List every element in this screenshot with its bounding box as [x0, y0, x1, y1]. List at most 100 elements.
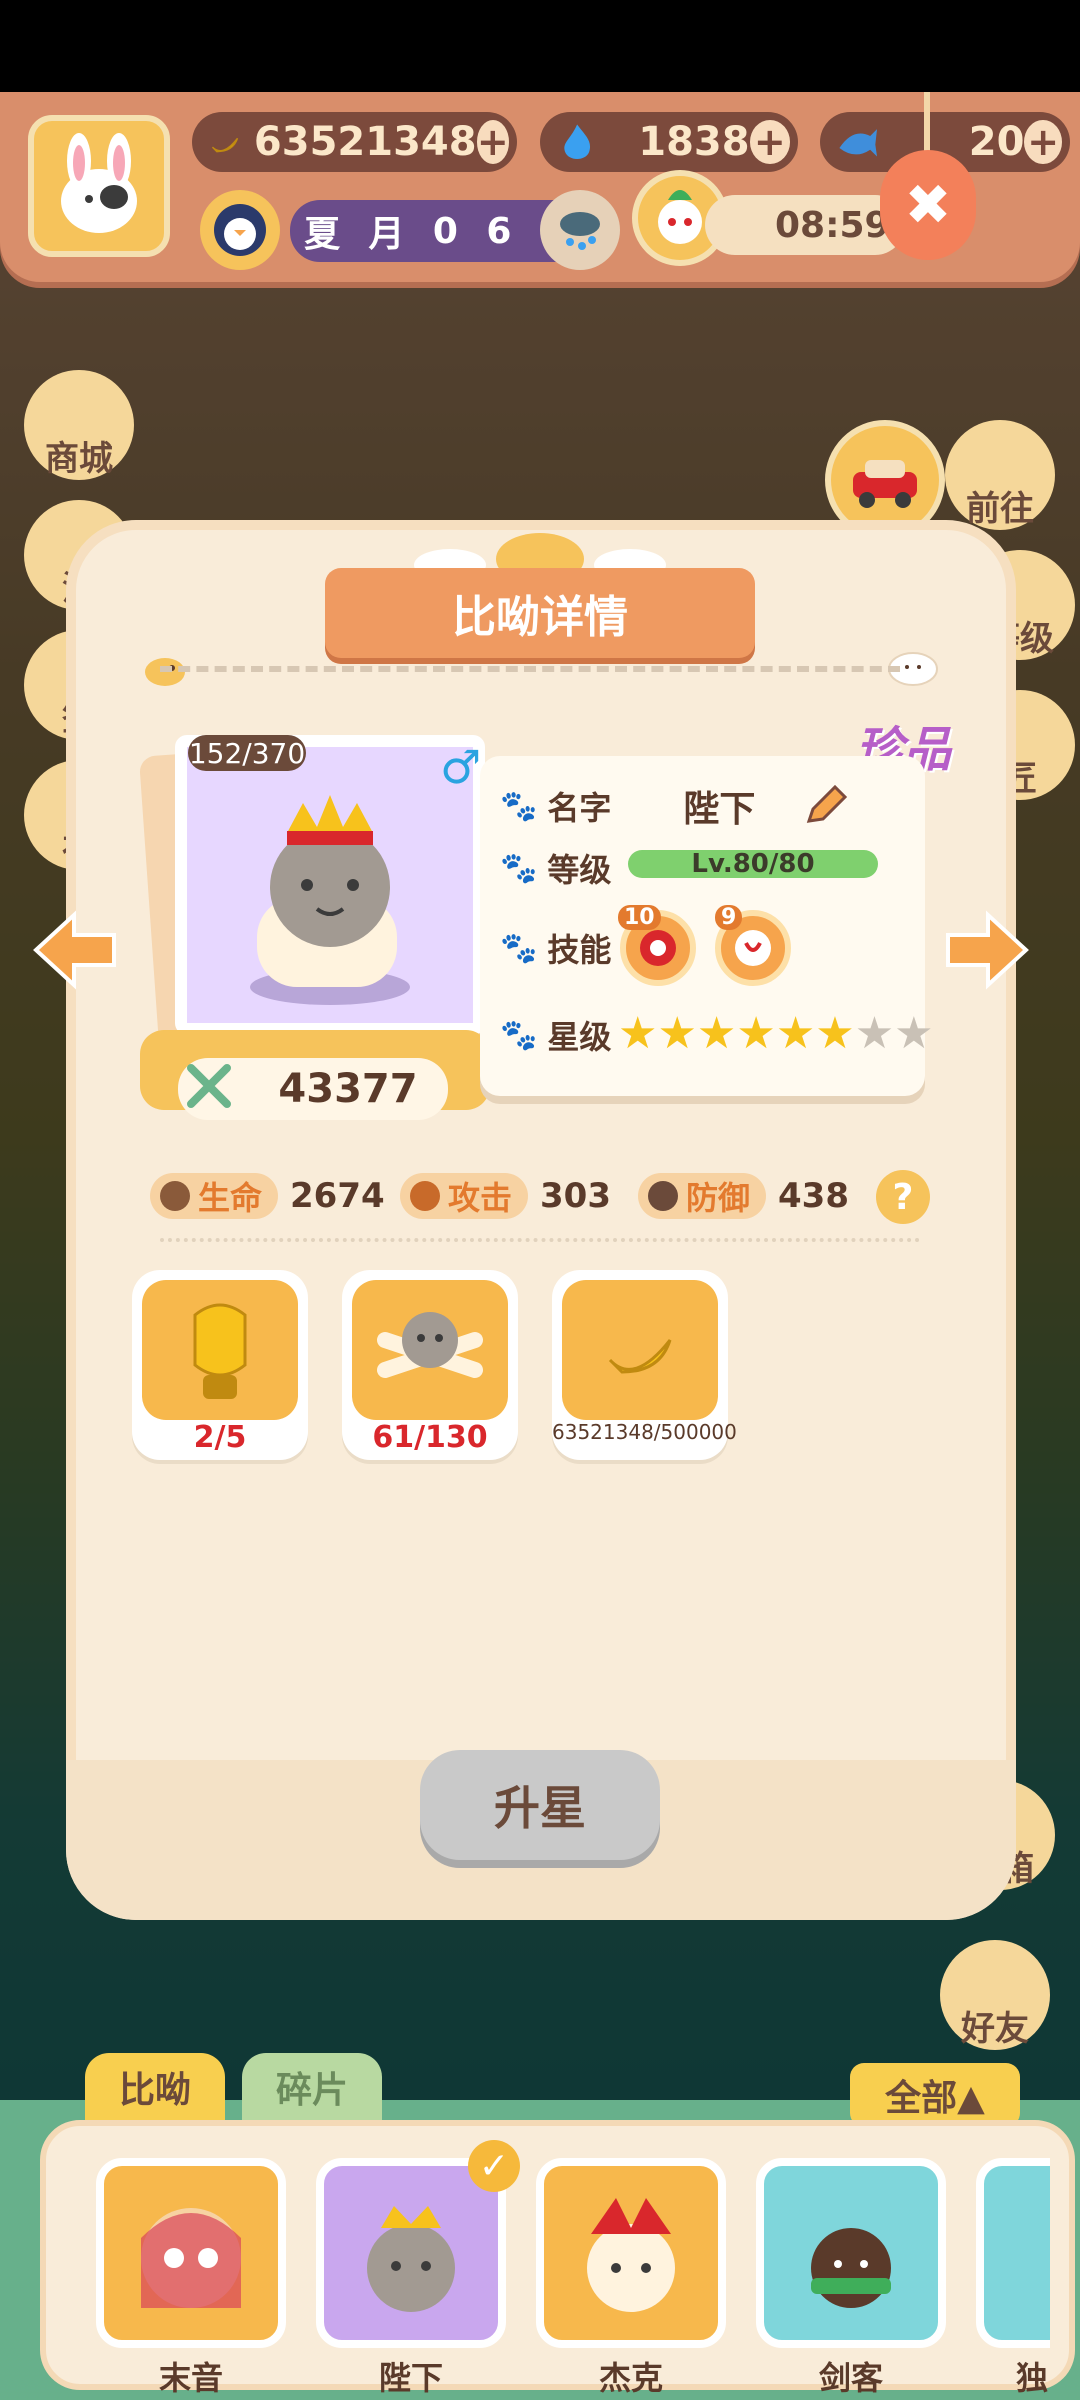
fish-icon — [839, 129, 878, 157]
hp-tag: 生命 — [150, 1173, 279, 1219]
close-button[interactable]: ✖ — [880, 150, 976, 260]
side-button-label: 好友 — [961, 2009, 1029, 2049]
paw-icon: 🐾 — [500, 788, 538, 824]
hp-icon — [160, 1181, 190, 1211]
defense-value: 438 — [778, 1176, 849, 1216]
king-cat-portrait-icon — [250, 795, 410, 1005]
skill-label: 技能 — [547, 931, 612, 969]
defense-icon — [648, 1181, 678, 1211]
modal-title: 比呦详情 — [325, 568, 755, 658]
hero-card-du[interactable]: 独 — [976, 2158, 1050, 2398]
hp-label: 生命 — [198, 1179, 263, 1217]
character-card[interactable] — [175, 735, 485, 1035]
prev-arrow-icon[interactable] — [30, 905, 120, 995]
hero-name: 末音 — [158, 2359, 223, 2397]
add-flame-button[interactable]: + — [749, 120, 790, 164]
star-filled-icon: ★ — [696, 1008, 737, 1059]
system-status-bar — [0, 0, 1080, 92]
hero-name: 陛下 — [378, 2359, 443, 2397]
banana-currency: 63521348 + — [192, 112, 517, 172]
skill-main-level: 10 — [618, 905, 661, 930]
attack-label: 攻击 — [448, 1179, 513, 1217]
side-button-label: 前往 — [966, 489, 1034, 529]
divider — [160, 666, 900, 672]
flame-currency: 1838 + — [540, 112, 798, 172]
defense-tag: 防御 — [638, 1173, 767, 1219]
name-label: 名字 — [547, 789, 612, 827]
star-rating: ★ ★ ★ ★ ★ ★ ★ ★ — [618, 1012, 934, 1056]
hero-card-moyin[interactable]: 末音 — [96, 2158, 286, 2397]
attack-icon — [410, 1181, 440, 1211]
skill-passive-level: 9 — [715, 905, 743, 930]
star-up-button[interactable]: 升星 — [420, 1750, 660, 1860]
attack-tag: 攻击 — [400, 1173, 529, 1219]
stars-label: 星级 — [547, 1018, 612, 1056]
hero-portrait — [756, 2158, 946, 2348]
hero-card-jianke[interactable]: 剑客 — [756, 2158, 946, 2397]
bones-icon — [352, 1280, 508, 1420]
add-fish-button[interactable]: + — [1024, 120, 1062, 164]
star-filled-icon: ★ — [618, 1008, 658, 1059]
item-count: 63521348/500000 — [552, 1420, 737, 1444]
paw-icon: 🐾 — [500, 1017, 538, 1053]
upgrade-item-banana[interactable]: 63521348/500000 — [552, 1270, 737, 1460]
flame-count: 1838 — [638, 119, 750, 165]
stats-help-button[interactable]: ? — [876, 1170, 930, 1224]
stats-separator — [160, 1238, 920, 1242]
banana-count: 63521348 — [253, 119, 477, 165]
date-char: 夏 — [304, 214, 341, 255]
side-button-friends[interactable]: 好友 — [940, 1940, 1050, 2050]
hero-name: 剑客 — [818, 2359, 883, 2397]
swordsman-cat-icon — [811, 2228, 891, 2308]
tab-shards[interactable]: 碎片 — [242, 2053, 382, 2121]
item-count: 2/5 — [193, 1420, 247, 1455]
trophy-icon — [142, 1280, 298, 1420]
side-button-label: 商城 — [45, 439, 113, 479]
fish-count: 20 — [968, 119, 1025, 165]
player-avatar[interactable] — [28, 115, 170, 257]
add-banana-button[interactable]: + — [476, 120, 509, 164]
skill-row: 🐾 技能 — [500, 925, 611, 971]
jester-cat-icon — [587, 2198, 675, 2312]
paw-icon: 🐾 — [500, 930, 538, 966]
hp-value: 2674 — [290, 1176, 385, 1216]
edit-pencil-icon[interactable] — [801, 781, 851, 831]
rain-cloud-icon — [560, 212, 600, 250]
level-row: 🐾 等级 — [500, 845, 611, 891]
star-filled-icon: ★ — [736, 1008, 776, 1059]
pink-hair-cat-icon — [141, 2208, 241, 2308]
filter-dropdown[interactable]: 全部▲ — [850, 2063, 1020, 2127]
date-char: 月 — [368, 214, 405, 255]
close-icon: ✖ — [904, 172, 952, 238]
hero-card-jieke[interactable]: 杰克 — [536, 2158, 726, 2397]
star-empty-icon: ★ — [894, 1008, 934, 1059]
upgrade-item-trophy[interactable]: 2/5 — [132, 1270, 308, 1460]
male-gender-icon: ♂ — [440, 740, 482, 794]
star-filled-icon: ★ — [657, 1008, 697, 1059]
season-badge[interactable] — [200, 190, 280, 270]
tab-bio[interactable]: 比呦 — [85, 2053, 225, 2121]
next-arrow-icon[interactable] — [942, 905, 1032, 995]
paw-icon: 🐾 — [500, 850, 538, 886]
name-row: 🐾 名字 陛下 — [500, 780, 851, 832]
hero-portrait — [96, 2158, 286, 2348]
banana-icon — [211, 137, 239, 153]
hero-portrait — [536, 2158, 726, 2348]
hero-name: 独 — [1016, 2359, 1049, 2397]
defense-label: 防御 — [686, 1179, 751, 1217]
card-shard-count: 152/370 — [188, 735, 306, 771]
weather-badge[interactable] — [540, 190, 620, 270]
item-count: 61/130 — [372, 1420, 488, 1455]
banana-icon — [562, 1280, 718, 1420]
star-filled-icon: ★ — [815, 1008, 855, 1059]
car-icon — [853, 460, 917, 508]
hero-name: 杰克 — [598, 2359, 663, 2397]
stat-defense: 防御 438 — [638, 1173, 849, 1219]
skill-main-icon — [640, 930, 676, 966]
hero-portrait — [976, 2158, 1050, 2348]
side-button-shop[interactable]: 商城 — [24, 370, 134, 480]
side-button-goto[interactable]: 前往 — [945, 420, 1055, 530]
attack-value: 303 — [540, 1176, 611, 1216]
star-filled-icon: ★ — [775, 1008, 816, 1059]
upgrade-item-shard[interactable]: 61/130 — [342, 1270, 518, 1460]
